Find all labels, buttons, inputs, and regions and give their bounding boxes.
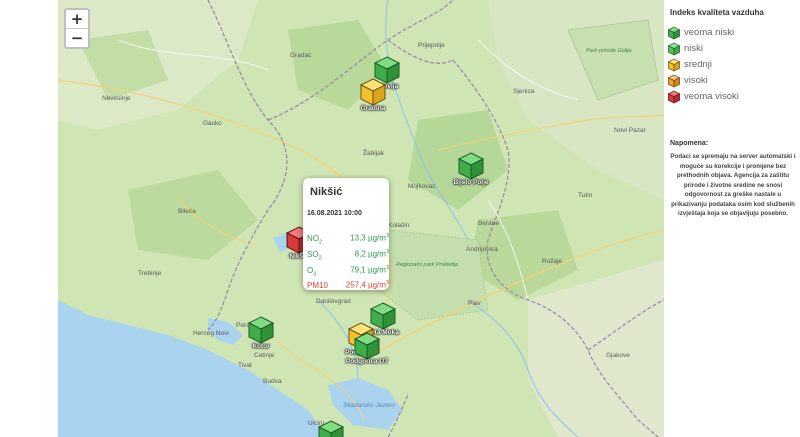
cube-marker-icon — [457, 152, 485, 180]
station-label: Gradina — [360, 105, 386, 112]
place-label-tivat: Tivat — [238, 362, 252, 369]
station-popup: Nikšić 16.08.2021 10:00 NO2 13,3 µg/m3 SO… — [303, 178, 389, 290]
place-label-gacko: Gacko — [203, 120, 222, 127]
place-label-zabljak: Žabljak — [363, 150, 384, 157]
station-gradina[interactable]: Gradina — [359, 78, 387, 112]
cube-icon — [667, 58, 681, 72]
popup-row-no2: NO2 13,3 µg/m3 — [307, 233, 389, 246]
place-label-tutin: Tutin — [578, 192, 593, 199]
note-text: Podaci se spremaju na server automatski … — [670, 153, 796, 217]
place-label-rozaje: Rožaje — [542, 258, 563, 265]
place-label-trebinje: Trebinje — [138, 270, 162, 277]
cube-marker-icon — [353, 332, 381, 360]
note-heading: Napomena: — [670, 140, 709, 147]
place-label-herceg-novi: Herceg Novi — [193, 330, 229, 337]
cube-marker-icon — [247, 316, 275, 344]
place-label-cetinje: Cetinje — [254, 352, 275, 359]
cube-icon — [667, 26, 681, 40]
park-label-prokletije: Regionalni park Prokletije — [396, 262, 459, 268]
station-podgorica-ut[interactable]: Podgorica UT — [346, 332, 388, 365]
popup-row-o3: O3 79,1 µg/m3 — [307, 265, 389, 278]
cube-icon — [667, 90, 681, 104]
cube-marker-icon — [317, 420, 345, 437]
place-label-plav: Plav — [468, 300, 481, 307]
popup-row-pm10: PM10 257,4 µg/m3 — [307, 280, 389, 290]
place-label-novi-pazar: Novi Pazar — [614, 127, 646, 134]
station-label: Bijelo Polje — [453, 179, 489, 186]
popup-title: Nikšić — [310, 186, 343, 198]
place-label-nevesinje: Nevesinje — [102, 95, 131, 102]
legend-title: Indeks kvaliteta vazduha — [670, 8, 764, 17]
popup-row-so2: SO2 8,2 µg/m3 — [307, 249, 389, 262]
cube-marker-icon — [359, 78, 387, 106]
place-label-sjenica: Sjenica — [513, 88, 535, 95]
place-label-gradac: Gradac — [290, 52, 312, 59]
station-label: Podgorica UT — [345, 358, 389, 365]
zoom-control: + − — [64, 8, 90, 49]
place-label-budva: Budva — [263, 378, 282, 385]
place-label-andrijevica: Andrijevica — [466, 246, 498, 253]
station-bar[interactable] — [317, 420, 345, 437]
zoom-out-button[interactable]: − — [66, 28, 88, 47]
cube-icon — [667, 74, 681, 88]
park-label-golija: Park prirode Golija — [586, 48, 632, 54]
station-bijelo-polje[interactable]: Bijelo Polje — [453, 152, 489, 186]
place-label-kolasin: Kolašin — [388, 222, 410, 229]
legend-panel: Indeks kvaliteta vazduha veoma niski nis… — [666, 0, 800, 437]
zoom-in-button[interactable]: + — [66, 10, 88, 28]
place-label-berane: Berane — [478, 220, 499, 227]
cube-icon — [667, 42, 681, 56]
place-label-gjakove: Gjakove — [606, 352, 630, 359]
place-label-mojkovac: Mojkovac — [408, 183, 436, 190]
place-label-skadar: Skadarsko Jezero — [343, 402, 396, 409]
left-margin — [0, 0, 58, 437]
station-label: Kotor — [252, 343, 270, 350]
station-kotor[interactable]: Kotor — [247, 316, 275, 350]
place-label-bileca: Bileća — [178, 208, 196, 215]
place-label-danilovgrad: Danilovgrad — [316, 298, 351, 305]
popup-datetime: 16.08.2021 10:00 — [307, 210, 362, 217]
place-label-prijepolje: Prijepolje — [418, 42, 445, 49]
